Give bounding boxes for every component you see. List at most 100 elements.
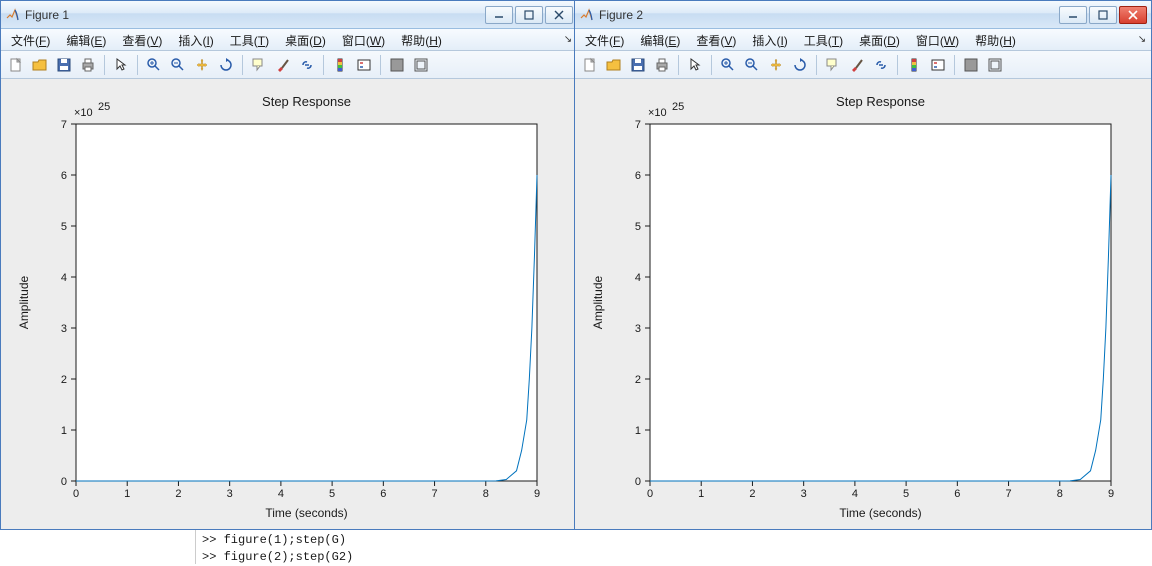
zoom-out-button[interactable] <box>741 54 763 76</box>
chart: 012345678901234567×1025Step ResponseTime… <box>575 79 1151 529</box>
open-icon <box>32 57 48 73</box>
svg-text:5: 5 <box>61 221 67 233</box>
menu-view[interactable]: 查看(V) <box>114 29 170 50</box>
titlebar[interactable]: Figure 2 <box>575 1 1151 29</box>
plot-area[interactable]: 012345678901234567×1025Step ResponseTime… <box>575 79 1151 529</box>
menu-file[interactable]: 文件(F) <box>577 29 632 50</box>
pan-button[interactable] <box>191 54 213 76</box>
menubar: 文件(F) 编辑(E) 查看(V) 插入(I) 工具(T) 桌面(D) 窗口(W… <box>575 29 1151 51</box>
menu-file[interactable]: 文件(F) <box>3 29 58 50</box>
save-button[interactable] <box>53 54 75 76</box>
undock-icon <box>987 57 1003 73</box>
pan-icon <box>768 57 784 73</box>
pointer-button[interactable] <box>110 54 132 76</box>
zoom-in-button[interactable] <box>717 54 739 76</box>
print-button[interactable] <box>77 54 99 76</box>
rotate-icon <box>218 57 234 73</box>
menu-view[interactable]: 查看(V) <box>688 29 744 50</box>
legend-button[interactable] <box>927 54 949 76</box>
zoom-out-button[interactable] <box>167 54 189 76</box>
new-file-button[interactable] <box>5 54 27 76</box>
minimize-button[interactable] <box>1059 6 1087 24</box>
link-button[interactable] <box>296 54 318 76</box>
svg-text:4: 4 <box>635 272 641 284</box>
matlab-icon <box>579 7 595 23</box>
pointer-button[interactable] <box>684 54 706 76</box>
undock-button[interactable] <box>984 54 1006 76</box>
rotate-button[interactable] <box>215 54 237 76</box>
datatip-button[interactable] <box>248 54 270 76</box>
brush-button[interactable] <box>846 54 868 76</box>
print-button[interactable] <box>651 54 673 76</box>
undock-button[interactable] <box>410 54 432 76</box>
brush-icon <box>275 57 291 73</box>
menu-window[interactable]: 窗口(W) <box>908 29 967 50</box>
svg-text:0: 0 <box>73 488 79 500</box>
toolbar-separator <box>323 55 324 75</box>
brush-button[interactable] <box>272 54 294 76</box>
toolbar <box>1 51 577 79</box>
svg-text:0: 0 <box>635 476 641 488</box>
menu-overflow-icon[interactable]: ↘ <box>1135 29 1149 50</box>
menu-desktop[interactable]: 桌面(D) <box>851 29 908 50</box>
toolbar-separator <box>954 55 955 75</box>
svg-text:5: 5 <box>635 221 641 233</box>
pointer-icon <box>687 57 703 73</box>
minimize-button[interactable] <box>485 6 513 24</box>
titlebar[interactable]: Figure 1 <box>1 1 577 29</box>
menu-tools[interactable]: 工具(T) <box>222 29 277 50</box>
figure-window-2: Figure 2 文件(F) 编辑(E) 查看(V) 插入(I) 工具(T) 桌… <box>574 0 1152 530</box>
close-button[interactable] <box>1119 6 1147 24</box>
open-button[interactable] <box>29 54 51 76</box>
rotate-icon <box>792 57 808 73</box>
link-icon <box>299 57 315 73</box>
svg-text:6: 6 <box>380 488 386 500</box>
link-button[interactable] <box>870 54 892 76</box>
svg-text:4: 4 <box>852 488 858 500</box>
dock-button[interactable] <box>386 54 408 76</box>
menu-edit[interactable]: 编辑(E) <box>632 29 688 50</box>
zoom-in-button[interactable] <box>143 54 165 76</box>
legend-button[interactable] <box>353 54 375 76</box>
zoom-out-icon <box>744 57 760 73</box>
brush-icon <box>849 57 865 73</box>
dock-button[interactable] <box>960 54 982 76</box>
maximize-button[interactable] <box>515 6 543 24</box>
svg-text:2: 2 <box>61 374 67 386</box>
dock-icon <box>963 57 979 73</box>
save-button[interactable] <box>627 54 649 76</box>
plot-area[interactable]: 012345678901234567×1025Step ResponseTime… <box>1 79 577 529</box>
menu-desktop[interactable]: 桌面(D) <box>277 29 334 50</box>
svg-text:4: 4 <box>278 488 284 500</box>
maximize-button[interactable] <box>1089 6 1117 24</box>
datatip-button[interactable] <box>822 54 844 76</box>
window-title: Figure 1 <box>25 8 481 22</box>
menu-overflow-icon[interactable]: ↘ <box>561 29 575 50</box>
colorbar-button[interactable] <box>903 54 925 76</box>
open-button[interactable] <box>603 54 625 76</box>
menu-help[interactable]: 帮助(H) <box>967 29 1024 50</box>
rotate-button[interactable] <box>789 54 811 76</box>
new-file-button[interactable] <box>579 54 601 76</box>
svg-text:3: 3 <box>227 488 233 500</box>
command-window[interactable]: >> figure(1);step(G) >> figure(2);step(G… <box>195 530 1095 564</box>
menu-edit[interactable]: 编辑(E) <box>58 29 114 50</box>
datatip-icon <box>825 57 841 73</box>
svg-text:3: 3 <box>61 323 67 335</box>
svg-text:7: 7 <box>61 119 67 131</box>
link-icon <box>873 57 889 73</box>
menu-tools[interactable]: 工具(T) <box>796 29 851 50</box>
pointer-icon <box>113 57 129 73</box>
menu-insert[interactable]: 插入(I) <box>744 29 795 50</box>
menu-insert[interactable]: 插入(I) <box>170 29 221 50</box>
svg-text:×10: ×10 <box>648 107 667 119</box>
toolbar-separator <box>897 55 898 75</box>
colorbar-button[interactable] <box>329 54 351 76</box>
matlab-icon <box>5 7 21 23</box>
close-button[interactable] <box>545 6 573 24</box>
pan-button[interactable] <box>765 54 787 76</box>
menu-window[interactable]: 窗口(W) <box>334 29 393 50</box>
svg-text:2: 2 <box>175 488 181 500</box>
svg-text:6: 6 <box>954 488 960 500</box>
menu-help[interactable]: 帮助(H) <box>393 29 450 50</box>
